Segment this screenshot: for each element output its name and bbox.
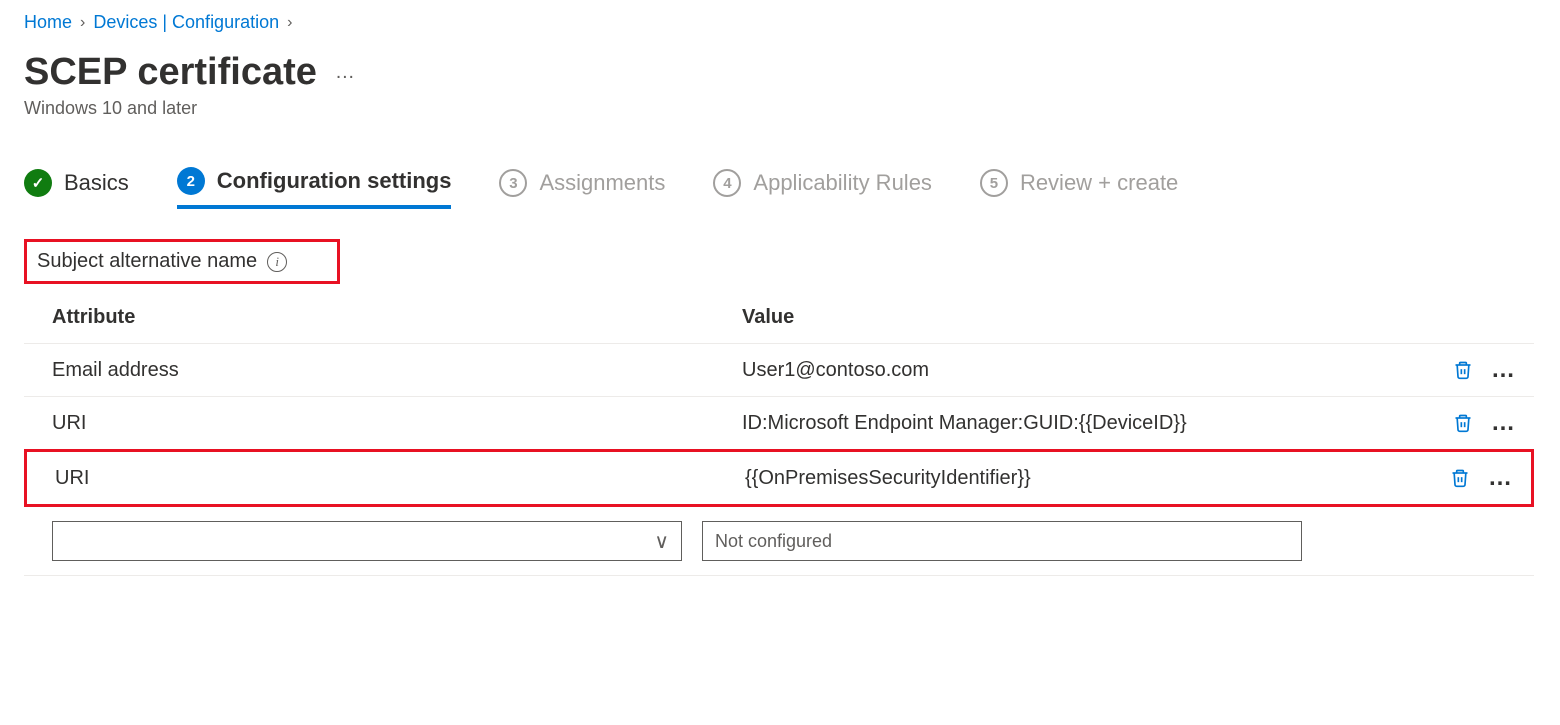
column-header-attribute: Attribute bbox=[52, 306, 742, 329]
section-header-san: Subject alternative name i bbox=[24, 239, 340, 284]
wizard-step-applicability[interactable]: 4 Applicability Rules bbox=[713, 169, 932, 207]
breadcrumb-home[interactable]: Home bbox=[24, 12, 72, 33]
row-more-icon[interactable]: … bbox=[1488, 466, 1513, 490]
san-table: Attribute Value Email address User1@cont… bbox=[24, 296, 1534, 507]
chevron-right-icon: › bbox=[287, 14, 292, 32]
chevron-right-icon: › bbox=[80, 14, 85, 32]
wizard-step-label: Assignments bbox=[539, 170, 665, 196]
column-header-value: Value bbox=[742, 306, 1426, 329]
cell-attribute: Email address bbox=[52, 359, 742, 382]
row-more-icon[interactable]: … bbox=[1491, 411, 1516, 435]
wizard-step-label: Configuration settings bbox=[217, 168, 452, 194]
page-title: SCEP certificate bbox=[24, 51, 317, 94]
wizard-step-assignments[interactable]: 3 Assignments bbox=[499, 169, 665, 207]
delete-icon[interactable] bbox=[1453, 412, 1473, 434]
table-header: Attribute Value bbox=[24, 296, 1534, 344]
delete-icon[interactable] bbox=[1450, 467, 1470, 489]
step-number-icon: 5 bbox=[980, 169, 1008, 197]
more-actions-icon[interactable]: … bbox=[335, 61, 357, 84]
divider bbox=[24, 575, 1534, 576]
chevron-down-icon: ∨ bbox=[654, 529, 669, 554]
info-icon[interactable]: i bbox=[267, 252, 287, 272]
value-placeholder: Not configured bbox=[715, 531, 832, 552]
wizard-step-configuration[interactable]: 2 Configuration settings bbox=[177, 167, 452, 209]
cell-value: ID:Microsoft Endpoint Manager:GUID:{{Dev… bbox=[742, 412, 1426, 435]
table-row: Email address User1@contoso.com … bbox=[24, 344, 1534, 397]
wizard-step-basics[interactable]: Basics bbox=[24, 169, 129, 207]
san-section: Subject alternative name i Attribute Val… bbox=[24, 239, 1536, 576]
page-title-row: SCEP certificate … bbox=[24, 51, 1536, 94]
check-icon bbox=[24, 169, 52, 197]
breadcrumb-devices[interactable]: Devices | Configuration bbox=[93, 12, 279, 33]
step-number-icon: 4 bbox=[713, 169, 741, 197]
cell-value: {{OnPremisesSecurityIdentifier}} bbox=[745, 467, 1423, 490]
table-row: URI ID:Microsoft Endpoint Manager:GUID:{… bbox=[24, 397, 1534, 450]
wizard-step-label: Basics bbox=[64, 170, 129, 196]
page-subtitle: Windows 10 and later bbox=[24, 98, 1536, 119]
cell-attribute: URI bbox=[52, 412, 742, 435]
wizard-step-label: Applicability Rules bbox=[753, 170, 932, 196]
value-input[interactable]: Not configured bbox=[702, 521, 1302, 561]
column-header-actions bbox=[1426, 306, 1516, 329]
step-number-icon: 2 bbox=[177, 167, 205, 195]
cell-value: User1@contoso.com bbox=[742, 359, 1426, 382]
wizard-step-label: Review + create bbox=[1020, 170, 1178, 196]
cell-attribute: URI bbox=[55, 467, 745, 490]
delete-icon[interactable] bbox=[1453, 359, 1473, 381]
wizard-steps: Basics 2 Configuration settings 3 Assign… bbox=[24, 167, 1536, 209]
row-more-icon[interactable]: … bbox=[1491, 358, 1516, 382]
section-title: Subject alternative name bbox=[37, 250, 257, 273]
step-number-icon: 3 bbox=[499, 169, 527, 197]
wizard-step-review[interactable]: 5 Review + create bbox=[980, 169, 1178, 207]
breadcrumb: Home › Devices | Configuration › bbox=[24, 12, 1536, 33]
table-row: URI {{OnPremisesSecurityIdentifier}} … bbox=[24, 449, 1534, 507]
new-entry-row: ∨ Not configured bbox=[24, 521, 1344, 561]
attribute-select[interactable]: ∨ bbox=[52, 521, 682, 561]
